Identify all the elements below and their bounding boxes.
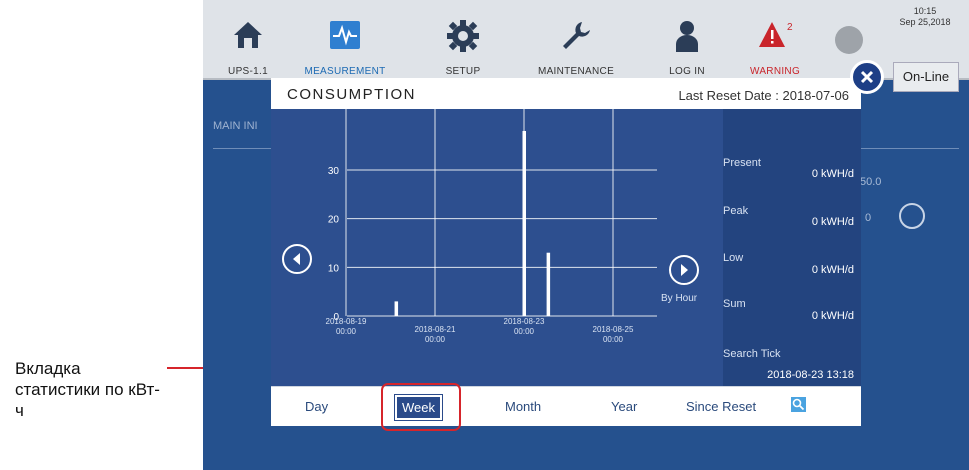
y-tick-label: 30 bbox=[328, 166, 340, 177]
clock-date: Sep 25,2018 bbox=[899, 17, 951, 27]
wrench-icon bbox=[560, 20, 592, 57]
bg-value: 50.0 bbox=[860, 176, 882, 188]
search-tick-label: Search Tick bbox=[723, 348, 781, 360]
toolbar-measurement[interactable]: MEASUREMENT bbox=[300, 0, 390, 78]
next-button[interactable] bbox=[669, 255, 699, 285]
magnifier-glyph bbox=[792, 398, 805, 411]
chart-svg: 01020302018-08-1900:00 2018-08-2100:00201… bbox=[326, 109, 657, 344]
stat-label: Sum bbox=[723, 298, 746, 310]
clock-time: 10:15 bbox=[913, 6, 937, 16]
x-tick-label: 2018-08-23 bbox=[504, 317, 545, 326]
y-tick-label: 10 bbox=[328, 263, 340, 274]
toolbar-label: LOG IN bbox=[669, 66, 705, 77]
toolbar-label: WARNING bbox=[749, 66, 801, 77]
tab-day[interactable]: Day bbox=[305, 399, 328, 414]
last-reset-date: Last Reset Date : 2018-07-06 bbox=[678, 88, 849, 103]
stat-value: 0 kWH/d bbox=[811, 168, 854, 180]
consumption-chart: 0 10 20 30 2018-08-19 00:00 2018-08-21 00:00 201… bbox=[271, 109, 741, 386]
home-icon bbox=[233, 20, 263, 55]
toolbar-label: SETUP bbox=[445, 66, 481, 77]
toolbar-setup[interactable]: SETUP bbox=[418, 0, 508, 78]
search-icon[interactable] bbox=[791, 397, 806, 412]
toolbar-maintenance[interactable]: MAINTENANCE bbox=[531, 0, 621, 78]
stat-label: Present bbox=[723, 157, 761, 169]
mute-icon[interactable] bbox=[835, 26, 863, 54]
status-badge: On-Line bbox=[893, 62, 959, 92]
chevron-left-icon bbox=[293, 253, 300, 265]
user-icon bbox=[674, 20, 700, 57]
x-tick-label: 00:00 bbox=[425, 335, 446, 344]
x-tick-label: 00:00 bbox=[514, 327, 535, 336]
toolbar-label: MEASUREMENT bbox=[304, 66, 386, 77]
warning-badge: 2 bbox=[787, 22, 793, 33]
x-tick-label: 00:00 bbox=[336, 327, 357, 336]
period-tabs: Day Week Month Year Since Reset bbox=[271, 386, 861, 426]
stats-panel: Present 0 kWH/d Peak 0 kWH/d Low 0 kWH/d… bbox=[723, 109, 858, 386]
chart-bar bbox=[546, 252, 551, 316]
tab-since-reset[interactable]: Since Reset bbox=[686, 399, 756, 414]
toolbar-login[interactable]: LOG IN bbox=[642, 0, 732, 78]
chart-bar bbox=[394, 301, 399, 316]
stat-value: 0 kWH/d bbox=[811, 310, 854, 322]
search-tick-value: 2018-08-23 13:18 bbox=[767, 369, 854, 381]
stat-value: 0 kWH/d bbox=[811, 216, 854, 228]
waveform-icon bbox=[329, 20, 361, 55]
consumption-dialog: CONSUMPTION Last Reset Date : 2018-07-06… bbox=[271, 78, 861, 426]
toolbar-warning[interactable]: 2 WARNING bbox=[730, 0, 820, 78]
gear-icon bbox=[447, 20, 479, 57]
stat-value: 0 kWH/d bbox=[811, 264, 854, 276]
x-tick-label: 00:00 bbox=[603, 335, 624, 344]
y-tick-label: 20 bbox=[328, 215, 340, 226]
stat-label: Low bbox=[723, 252, 744, 264]
close-button[interactable] bbox=[850, 60, 884, 94]
prev-button[interactable] bbox=[282, 244, 312, 274]
section-label: MAIN INI bbox=[213, 120, 258, 132]
toolbar-label: MAINTENANCE bbox=[537, 66, 615, 77]
by-hour-label: By Hour bbox=[661, 293, 698, 304]
dialog-title: CONSUMPTION bbox=[287, 86, 416, 103]
dialog-body: 0 10 20 30 2018-08-19 00:00 2018-08-21 00:00 201… bbox=[271, 109, 861, 386]
week-tab-highlight bbox=[381, 383, 461, 431]
chevron-right-icon bbox=[681, 264, 688, 276]
tab-month[interactable]: Month bbox=[505, 399, 541, 414]
bg-value: 0 bbox=[865, 212, 872, 224]
clock: 10:15 Sep 25,2018 bbox=[895, 6, 955, 28]
close-icon bbox=[860, 70, 874, 84]
x-tick-label: 2018-08-25 bbox=[593, 325, 634, 334]
search-icon[interactable] bbox=[899, 203, 925, 229]
x-tick-label: 2018-08-21 bbox=[415, 325, 456, 334]
x-tick-label: 2018-08-19 bbox=[326, 317, 367, 326]
stat-label: Peak bbox=[723, 205, 749, 217]
annotation-label: Вкладка статистики по кВт-ч bbox=[15, 359, 160, 420]
chart-bar bbox=[522, 131, 526, 316]
tab-year[interactable]: Year bbox=[611, 399, 637, 414]
toolbar-label: UPS-1.1 bbox=[228, 66, 268, 77]
toolbar-ups[interactable]: UPS-1.1 bbox=[203, 0, 293, 78]
